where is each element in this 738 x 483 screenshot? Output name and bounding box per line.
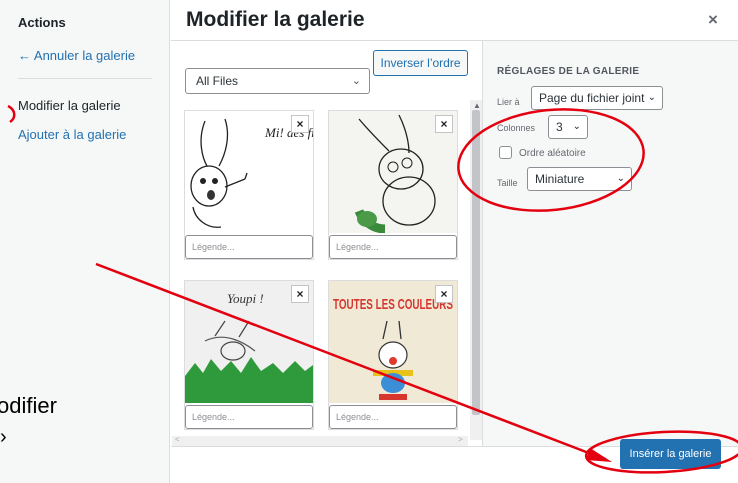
close-icon[interactable]: × (708, 10, 718, 30)
gallery-item[interactable]: Youpi ! × Légende... (184, 280, 314, 430)
chevron-down-icon: ⌄ (647, 92, 656, 103)
chevron-down-icon: ⌄ (616, 173, 625, 184)
random-order-label: Ordre aléatoire (519, 148, 586, 159)
scroll-left-icon[interactable]: < (175, 435, 180, 444)
gallery-item[interactable]: Mi! des fra × Légende... (184, 110, 314, 260)
remove-item-button[interactable]: × (291, 115, 309, 133)
thumbnail-text-3: Youpi ! (227, 291, 264, 306)
add-to-gallery-link[interactable]: Ajouter à la galerie (18, 127, 126, 142)
menu-title: Actions (18, 15, 66, 30)
columns-value: 3 (556, 120, 563, 134)
caption-field[interactable]: Légende... (185, 405, 313, 429)
columns-select[interactable]: 3 ⌄ (548, 115, 588, 139)
horizontal-scrollbar[interactable] (172, 436, 468, 446)
gallery-item[interactable]: × Légende... (328, 110, 458, 260)
chevron-down-icon: ⌄ (572, 121, 581, 132)
remove-item-button[interactable]: × (291, 285, 309, 303)
random-order-checkbox[interactable] (499, 146, 512, 159)
scroll-right-icon[interactable]: > (458, 435, 463, 444)
columns-label: Colonnes (497, 123, 536, 133)
scroll-up-icon[interactable]: ▲ (473, 101, 481, 110)
remove-item-button[interactable]: × (435, 115, 453, 133)
link-to-value: Page du fichier joint (539, 91, 645, 105)
caption-field[interactable]: Légende... (185, 235, 313, 259)
gallery-item[interactable]: TOUTES LES COULEURS × Légende... (328, 280, 458, 430)
page-title: Modifier la galerie (186, 8, 365, 31)
edit-gallery-item[interactable]: Modifier la galerie (18, 98, 121, 113)
reverse-order-button[interactable]: Inverser l’ordre (373, 50, 468, 76)
cancel-gallery-link[interactable]: ← Annuler la galerie (18, 48, 135, 63)
link-to-label: Lier à (497, 97, 520, 107)
caption-field[interactable]: Légende... (329, 405, 457, 429)
annotation-text: odifier (0, 393, 57, 418)
filter-value: All Files (196, 74, 239, 88)
settings-heading: RÉGLAGES DE LA GALERIE (497, 66, 640, 77)
size-select[interactable]: Miniature ⌄ (527, 167, 632, 191)
size-label: Taille (497, 178, 518, 188)
menu-separator (18, 78, 152, 79)
insert-gallery-button[interactable]: Insérer la galerie (620, 439, 721, 469)
annotation-chevron: › (0, 426, 7, 448)
media-filter-select[interactable]: All Files ⌄ (185, 68, 370, 94)
scroll-thumb[interactable] (472, 110, 480, 415)
chevron-down-icon: ⌄ (351, 75, 361, 87)
size-value: Miniature (535, 172, 585, 186)
remove-item-button[interactable]: × (435, 285, 453, 303)
caption-field[interactable]: Légende... (329, 235, 457, 259)
link-to-select[interactable]: Page du fichier joint ⌄ (531, 86, 663, 110)
